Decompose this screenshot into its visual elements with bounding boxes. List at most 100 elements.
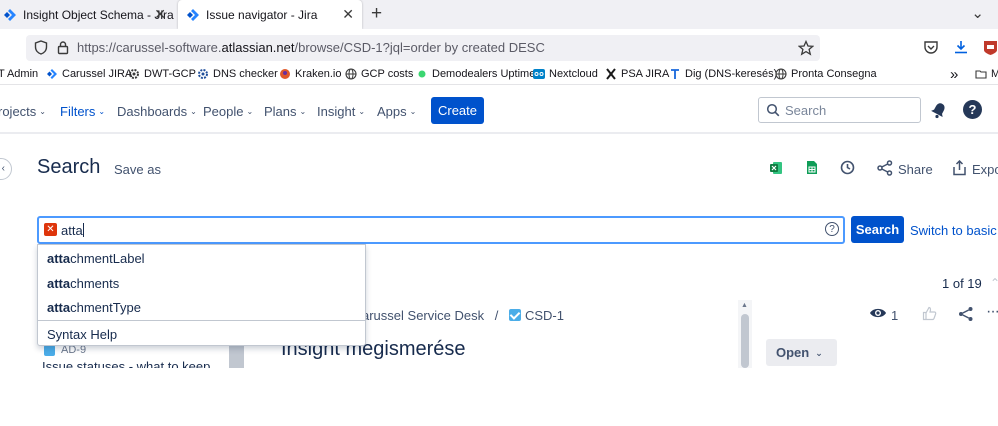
jql-query-input[interactable]: ✕ atta ? bbox=[37, 216, 845, 244]
dropdown-divider bbox=[38, 320, 365, 321]
kraken-icon bbox=[279, 68, 291, 80]
address-bar[interactable]: https://carussel-software.atlassian.net/… bbox=[26, 35, 820, 61]
nav-label: rojects bbox=[0, 104, 36, 119]
bookmark-item[interactable]: DWT-GCP bbox=[128, 68, 196, 80]
new-tab-button[interactable]: + bbox=[371, 3, 382, 25]
bookmark-label: GCP costs bbox=[361, 68, 413, 80]
bookmark-item[interactable]: Carussel JIRA bbox=[46, 68, 132, 80]
create-button[interactable]: Create bbox=[431, 97, 484, 124]
export-icon[interactable] bbox=[952, 160, 967, 176]
bookmark-label: DNS checker bbox=[213, 68, 278, 80]
option-match: atta bbox=[47, 300, 70, 315]
bookmark-item[interactable]: T Admin bbox=[0, 68, 38, 80]
other-bookmarks[interactable]: M bbox=[975, 68, 998, 80]
tab-title: Insight Object Schema - Jira bbox=[23, 8, 174, 22]
share-button[interactable]: Share bbox=[898, 162, 933, 177]
jira-logo-icon bbox=[186, 8, 200, 22]
bookmark-item[interactable]: Dig (DNS-keresés) bbox=[669, 68, 777, 80]
bookmark-item[interactable]: Kraken.io bbox=[279, 68, 341, 80]
lock-icon[interactable] bbox=[57, 40, 69, 55]
vote-thumb-up-icon[interactable] bbox=[922, 306, 937, 321]
bookmark-star-icon[interactable] bbox=[798, 40, 814, 56]
search-button[interactable]: Search bbox=[851, 216, 904, 243]
export-button[interactable]: Expor bbox=[972, 162, 998, 177]
url-domain: atlassian.net bbox=[222, 40, 295, 55]
page-title: Search bbox=[37, 156, 100, 179]
nav-insight[interactable]: Insight⌄ bbox=[317, 104, 365, 119]
pocket-icon[interactable] bbox=[923, 39, 939, 55]
nav-filters[interactable]: Filters⌄ bbox=[60, 104, 105, 119]
switch-to-basic-link[interactable]: Switch to basic bbox=[910, 223, 997, 238]
sheets-export-icon[interactable] bbox=[806, 160, 818, 175]
bookmark-label: M bbox=[991, 68, 998, 80]
issue-type-icon bbox=[509, 309, 521, 321]
chevron-down-icon: ⌄ bbox=[300, 107, 307, 116]
psa-icon bbox=[605, 68, 617, 80]
browser-tab-issue-navigator[interactable]: Issue navigator - Jira ✕ bbox=[178, 0, 362, 29]
list-all-tabs-icon[interactable]: ⌄ bbox=[971, 4, 984, 22]
issue-list-item-summary[interactable]: Issue statuses - what to keep bbox=[42, 359, 210, 368]
watch-eye-icon[interactable] bbox=[869, 306, 887, 320]
scroll-up-arrow-icon[interactable]: ▲ bbox=[741, 302, 748, 309]
jql-query-text[interactable]: atta bbox=[61, 223, 84, 238]
notifications-bell-icon[interactable] bbox=[930, 101, 948, 119]
jql-syntax-help-icon[interactable]: ? bbox=[825, 222, 839, 236]
nav-people[interactable]: People⌄ bbox=[203, 104, 253, 119]
bookmark-item[interactable]: Nextcloud bbox=[533, 68, 598, 80]
browser-tab-insight-schema[interactable]: Insight Object Schema - Jira ✕ bbox=[0, 0, 174, 29]
url-text[interactable]: https://carussel-software.atlassian.net/… bbox=[77, 40, 545, 55]
breadcrumb-issue-key[interactable]: CSD-1 bbox=[525, 308, 564, 323]
breadcrumb: arussel Service Desk / CSD-1 bbox=[362, 308, 564, 323]
bookmark-label: Pronta Consegna bbox=[791, 68, 877, 80]
history-clock-icon[interactable] bbox=[840, 160, 855, 175]
bookmark-item[interactable]: Demodealers Uptime bbox=[416, 68, 535, 80]
share-icon[interactable] bbox=[877, 160, 893, 176]
help-icon[interactable]: ? bbox=[963, 100, 982, 119]
url-path: /browse/CSD-1?jql=order by created DESC bbox=[295, 40, 545, 55]
jira-top-navigation: rojects⌄ Filters⌄ Dashboards⌄ People⌄ Pl… bbox=[0, 86, 998, 134]
bookmarks-overflow-icon[interactable]: » bbox=[950, 66, 958, 83]
nav-label: Filters bbox=[60, 104, 95, 119]
jira-search-box[interactable] bbox=[758, 97, 921, 123]
search-icon bbox=[766, 103, 780, 117]
autocomplete-option-attachmentlabel[interactable]: attachmentLabel bbox=[47, 251, 145, 266]
scrollbar-thumb[interactable] bbox=[741, 314, 749, 368]
results-pager: 1 of 19 bbox=[942, 276, 982, 291]
chevron-down-icon: ⌄ bbox=[410, 107, 417, 116]
issue-list-scrollbar-thumb[interactable] bbox=[229, 346, 244, 368]
breadcrumb-project[interactable]: arussel Service Desk bbox=[362, 308, 484, 323]
chevron-up-icon[interactable]: ⌃ bbox=[990, 276, 998, 290]
bookmark-label: DWT-GCP bbox=[144, 68, 196, 80]
nav-apps[interactable]: Apps⌄ bbox=[377, 104, 416, 119]
syntax-help-link[interactable]: Syntax Help bbox=[47, 327, 117, 342]
close-tab-icon[interactable]: ✕ bbox=[154, 6, 166, 22]
gear-icon bbox=[197, 68, 209, 80]
chevron-down-icon: ⌄ bbox=[98, 107, 105, 116]
extension-icon[interactable] bbox=[983, 39, 998, 56]
share-icon[interactable] bbox=[958, 306, 974, 322]
option-match: atta bbox=[47, 276, 70, 291]
nav-plans[interactable]: Plans⌄ bbox=[264, 104, 306, 119]
bookmark-item[interactable]: PSA JIRA bbox=[605, 68, 669, 80]
status-open-button[interactable]: Open⌄ bbox=[766, 339, 837, 366]
close-tab-icon[interactable]: ✕ bbox=[342, 6, 354, 22]
shield-icon[interactable] bbox=[34, 40, 48, 55]
bookmark-item[interactable]: Pronta Consegna bbox=[775, 68, 877, 80]
nav-dashboards[interactable]: Dashboards⌄ bbox=[117, 104, 197, 119]
more-actions-icon[interactable]: ··· bbox=[986, 303, 998, 321]
tab-title: Issue navigator - Jira bbox=[206, 8, 317, 22]
download-icon[interactable] bbox=[953, 39, 969, 55]
bookmark-item[interactable]: DNS checker bbox=[197, 68, 278, 80]
bookmark-label: Dig (DNS-keresés) bbox=[685, 68, 777, 80]
collapse-sidebar-button[interactable]: ‹ bbox=[0, 158, 12, 180]
excel-export-icon[interactable] bbox=[769, 161, 783, 175]
autocomplete-option-attachmenttype[interactable]: attachmentType bbox=[47, 300, 141, 315]
bookmark-item[interactable]: GCP costs bbox=[345, 68, 413, 80]
autocomplete-option-attachments[interactable]: attachments bbox=[47, 276, 119, 291]
jira-search-input[interactable] bbox=[785, 102, 915, 118]
save-as-link[interactable]: Save as bbox=[114, 162, 161, 177]
url-prefix: https://carussel-software. bbox=[77, 40, 222, 55]
chevron-down-icon: ⌄ bbox=[815, 348, 823, 358]
nav-projects[interactable]: rojects⌄ bbox=[0, 104, 46, 119]
bookmark-label: Kraken.io bbox=[295, 68, 341, 80]
